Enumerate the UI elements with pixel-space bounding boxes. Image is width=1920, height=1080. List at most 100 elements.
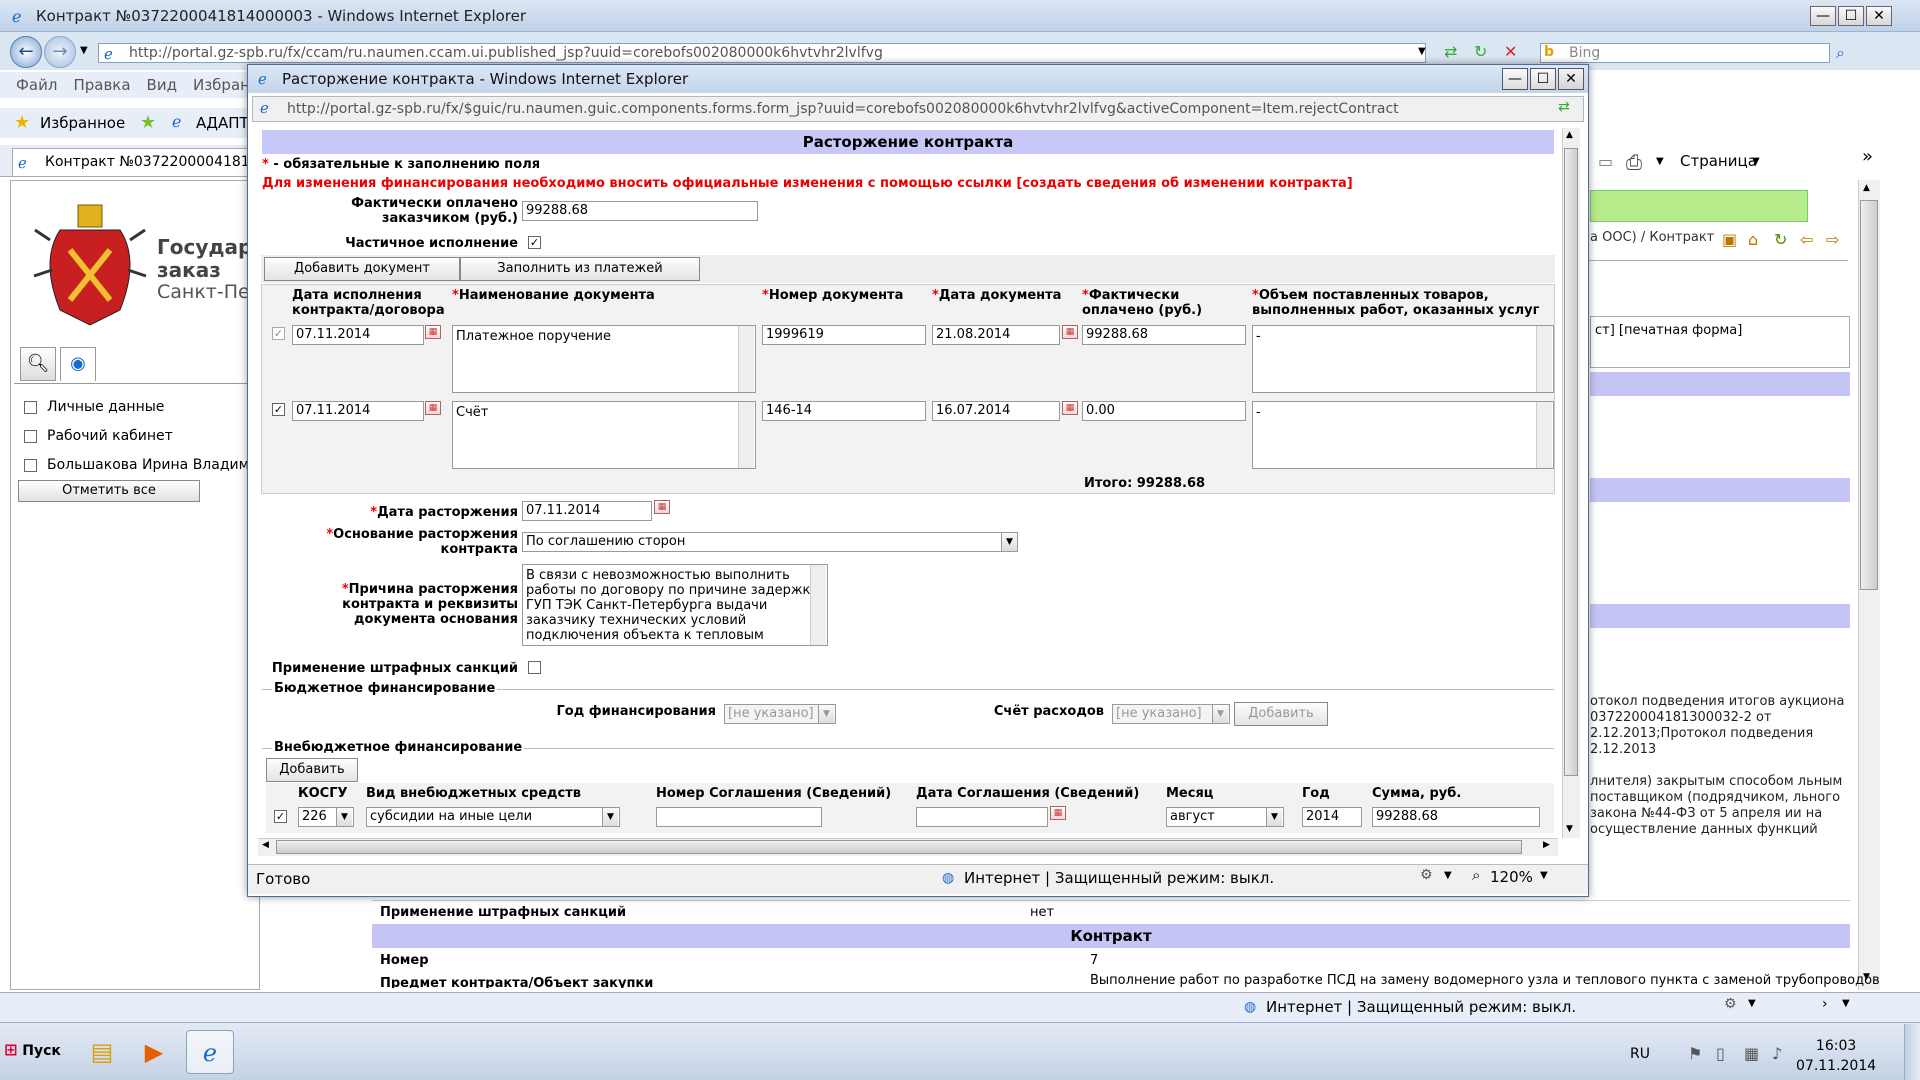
row2-doc-number[interactable]: 146-14 bbox=[762, 401, 926, 421]
start-button[interactable]: ⊞ Пуск bbox=[4, 1040, 61, 1059]
popup-maximize-button[interactable]: ☐ bbox=[1530, 68, 1556, 90]
menu-file[interactable]: Файл bbox=[16, 76, 57, 94]
favorites-button[interactable]: Избранное bbox=[40, 114, 125, 132]
popup-url-field[interactable]: http://portal.gz-spb.ru/fx/$guic/ru.naum… bbox=[252, 96, 1584, 122]
row2-name-scrollbar[interactable] bbox=[738, 402, 754, 468]
history-dropdown-icon[interactable]: ▼ bbox=[80, 45, 88, 56]
calendar-icon[interactable]: ▦ bbox=[425, 401, 441, 415]
fill-from-payments-button[interactable]: Заполнить из платежей bbox=[460, 257, 700, 281]
page-menu[interactable]: Страница bbox=[1680, 152, 1757, 170]
camera-tab[interactable]: ◉ bbox=[60, 347, 96, 381]
checkbox[interactable] bbox=[24, 458, 37, 472]
extra-row-checkbox[interactable]: ✓ bbox=[274, 810, 287, 823]
refresh-page-icon[interactable]: ↻ bbox=[1774, 230, 1787, 249]
check-cabinet[interactable]: Рабочий кабинет bbox=[24, 428, 173, 444]
partial-checkbox[interactable]: ✓ bbox=[528, 236, 541, 249]
chevron-down-icon[interactable]: ▼ bbox=[336, 808, 352, 826]
calendar-icon[interactable]: ▦ bbox=[1062, 325, 1078, 339]
taskbar-clock[interactable]: 16:03 07.11.2014 bbox=[1796, 1036, 1876, 1076]
zoom-dropdown-icon[interactable]: ▼ bbox=[1540, 870, 1548, 881]
search-tab[interactable]: 🔍︎ bbox=[20, 347, 56, 381]
explorer-taskbar-icon[interactable]: ▤ bbox=[78, 1030, 126, 1074]
search-input[interactable]: Bing bbox=[1540, 43, 1830, 63]
agreement-number-field[interactable] bbox=[656, 807, 822, 827]
favorite-item[interactable]: АДАПТ bbox=[196, 114, 249, 132]
mark-all-button[interactable]: Отметить все bbox=[18, 480, 200, 502]
refresh-icon[interactable]: ↻ bbox=[1474, 42, 1487, 61]
print-form-link[interactable]: ст] [печатная форма] bbox=[1595, 323, 1742, 338]
scroll-up-icon[interactable]: ▲ bbox=[1566, 130, 1573, 140]
show-desktop-button[interactable] bbox=[1904, 1024, 1920, 1080]
forward-arrow-icon[interactable]: ⇨ bbox=[1826, 230, 1839, 249]
security-dropdown-icon[interactable]: ▼ bbox=[1748, 998, 1756, 1009]
row1-doc-date[interactable]: 21.08.2014 bbox=[932, 325, 1060, 345]
add-extrabudget-button[interactable]: Добавить bbox=[266, 758, 358, 782]
print-icon[interactable]: ⎙ bbox=[1626, 150, 1642, 174]
minimize-button[interactable]: — bbox=[1810, 6, 1836, 26]
penalty-checkbox[interactable] bbox=[528, 661, 541, 674]
popup-close-button[interactable]: ✕ bbox=[1558, 68, 1584, 90]
main-url-field[interactable]: http://portal.gz-spb.ru/fx/ccam/ru.naume… bbox=[98, 43, 1426, 63]
chevron-down-icon[interactable]: ▼ bbox=[602, 808, 618, 826]
language-indicator[interactable]: RU bbox=[1630, 1046, 1650, 1062]
check-user[interactable]: Большакова Ирина Владимиро bbox=[24, 457, 254, 473]
maximize-button[interactable]: ☐ bbox=[1838, 6, 1864, 26]
popup-zoom-level[interactable]: 120% bbox=[1490, 868, 1533, 886]
menu-edit[interactable]: Правка bbox=[73, 76, 130, 94]
popup-minimize-button[interactable]: — bbox=[1502, 68, 1528, 90]
chevron-down-icon[interactable]: ▼ bbox=[1266, 808, 1282, 826]
popup-vscroll-thumb[interactable] bbox=[1564, 148, 1578, 776]
chevron-down-icon[interactable]: ▼ bbox=[818, 705, 834, 723]
row2-exec-date[interactable]: 07.11.2014 bbox=[292, 401, 424, 421]
scroll-left-icon[interactable]: ◀ bbox=[262, 840, 269, 850]
search-icon[interactable]: ⌕ bbox=[1836, 43, 1845, 63]
main-scrollbar-thumb[interactable] bbox=[1860, 200, 1878, 590]
menu-view[interactable]: Вид bbox=[147, 76, 177, 94]
row1-exec-date[interactable]: 07.11.2014 bbox=[292, 325, 424, 345]
agreement-date-field[interactable] bbox=[916, 807, 1048, 827]
scroll-down-icon[interactable]: ▼ bbox=[1566, 824, 1573, 834]
volume-icon[interactable]: ♪ bbox=[1772, 1044, 1782, 1063]
url-dropdown-icon[interactable]: ▼ bbox=[1418, 46, 1426, 57]
forward-button[interactable]: → bbox=[44, 36, 76, 68]
row1-volume[interactable]: - bbox=[1252, 325, 1554, 393]
scroll-up-icon[interactable]: ▲ bbox=[1863, 183, 1870, 193]
flag-icon[interactable]: ⚑ bbox=[1688, 1044, 1702, 1063]
sum-field[interactable]: 99288.68 bbox=[1372, 807, 1540, 827]
basis-select[interactable]: По соглашению сторон bbox=[522, 532, 1018, 552]
security-dropdown-icon[interactable]: ▼ bbox=[1444, 870, 1452, 881]
zoom-icon[interactable]: ⌕ bbox=[1472, 866, 1480, 884]
checkbox[interactable] bbox=[24, 429, 37, 443]
back-button[interactable]: ← bbox=[10, 36, 42, 68]
row1-volume-scrollbar[interactable] bbox=[1536, 326, 1552, 392]
calendar-icon[interactable]: ▦ bbox=[1062, 401, 1078, 415]
chevron-down-icon[interactable]: ▼ bbox=[1212, 705, 1228, 723]
folder-icon[interactable]: ▣ bbox=[1722, 230, 1737, 249]
year-field[interactable]: 2014 bbox=[1302, 807, 1362, 827]
row1-doc-name[interactable]: Платежное поручение bbox=[452, 325, 756, 393]
read-mail-icon[interactable]: ▭ bbox=[1598, 152, 1613, 171]
back-arrow-icon[interactable]: ⇦ bbox=[1800, 230, 1813, 249]
checkbox[interactable] bbox=[24, 400, 37, 414]
row2-checkbox[interactable]: ✓ bbox=[272, 403, 285, 416]
row2-volume-scrollbar[interactable] bbox=[1536, 402, 1552, 468]
row1-name-scrollbar[interactable] bbox=[738, 326, 754, 392]
tab-contract[interactable]: Контракт №03722000041814000 bbox=[12, 148, 262, 176]
popup-hscroll-thumb[interactable] bbox=[276, 840, 1522, 854]
row2-paid[interactable]: 0.00 bbox=[1082, 401, 1246, 421]
fund-type-select[interactable]: субсидии на иные цели bbox=[366, 807, 620, 827]
scroll-right-icon[interactable]: ▶ bbox=[1543, 840, 1550, 850]
stop-icon[interactable]: ✕ bbox=[1504, 42, 1517, 61]
reason-textarea[interactable]: В связи с невозможностью выполнить работ… bbox=[522, 564, 828, 646]
add-favorite-icon[interactable]: ★ bbox=[140, 112, 156, 133]
security-icon[interactable]: ⚙ bbox=[1724, 996, 1737, 1012]
row1-paid[interactable]: 99288.68 bbox=[1082, 325, 1246, 345]
popup-compat-icon[interactable]: ⇄ bbox=[1558, 99, 1570, 115]
row2-doc-date[interactable]: 16.07.2014 bbox=[932, 401, 1060, 421]
add-budget-button[interactable]: Добавить bbox=[1234, 702, 1328, 726]
compat-icon[interactable]: ⇄ bbox=[1444, 42, 1457, 61]
row2-doc-name[interactable]: Счёт bbox=[452, 401, 756, 469]
zoom-dropdown-icon[interactable]: ▼ bbox=[1842, 998, 1850, 1009]
chevron-more-icon[interactable]: » bbox=[1862, 146, 1873, 167]
row1-doc-number[interactable]: 1999619 bbox=[762, 325, 926, 345]
